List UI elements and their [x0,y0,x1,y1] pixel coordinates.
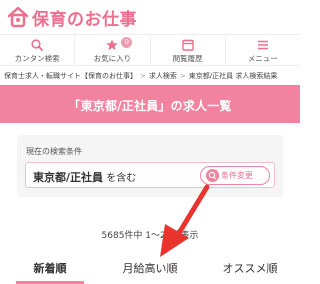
global-nav: カンタン検索 0 お気に入り 閲覧履歴 メニュー [0,34,300,66]
tab-newest[interactable]: 新着順 [0,250,100,284]
nav-item-easy-search[interactable]: カンタン検索 [0,35,76,65]
breadcrumb-separator: > [140,72,146,80]
result-count: 5685件中 1〜20件表示 [101,231,199,241]
page-title-band: 「東京都/正社員」の求人一覧 [0,85,300,123]
search-plus-icon [206,169,219,182]
sort-tabs: 新着順 月給高い順 オススメ順 [0,250,300,284]
site-header: 保育のお仕事 [0,0,300,34]
page-title: 「東京都/正社員」の求人一覧 [68,99,232,113]
site-logo[interactable]: 保育のお仕事 [6,4,137,30]
breadcrumb-item-home[interactable]: 保育士求人・転職サイト【保育のお仕事】 [4,72,137,80]
breadcrumb-item-current: 東京都/正社員 求人検索結果 [188,72,278,80]
nav-label-favorites: お気に入り [93,54,132,63]
search-icon [31,39,44,51]
search-condition-panel: 現在の検索条件 東京都/正社員 を含む 条件変更 [17,135,283,197]
breadcrumb-separator: > [179,72,186,80]
nav-item-menu[interactable]: メニュー [226,35,300,65]
logo-house-icon [7,6,29,28]
favorites-count-badge: 0 [121,37,133,48]
breadcrumb: 保育士求人・転職サイト【保育のお仕事】 > 求人検索 > 東京都/正社員 求人検索結果 [0,67,300,85]
nav-label-easy-search: カンタン検索 [14,54,60,63]
search-condition-label: 現在の検索条件 [26,147,82,156]
nav-item-favorites[interactable]: 0 お気に入り [75,35,151,65]
star-icon [106,39,119,51]
menu-icon [257,40,268,50]
search-condition-keyword: 東京都/正社員 [33,171,104,184]
tab-highest-salary[interactable]: 月給高い順 [100,250,200,284]
search-condition-value: 東京都/正社員 を含む [33,169,136,185]
tab-recommended[interactable]: オススメ順 [200,250,300,284]
logo-text: 保育のお仕事 [32,9,137,30]
change-condition-label: 条件変更 [221,171,253,180]
calendar-icon [181,39,194,51]
breadcrumb-item-search[interactable]: 求人検索 [149,72,177,80]
change-condition-button[interactable]: 条件変更 [200,166,270,185]
search-condition-suffix: を含む [106,173,137,184]
nav-label-history: 閲覧履歴 [172,54,203,63]
search-condition-field: 東京都/正社員 を含む 条件変更 [25,162,275,188]
nav-item-history[interactable]: 閲覧履歴 [151,35,226,65]
nav-label-menu: メニュー [247,54,278,63]
